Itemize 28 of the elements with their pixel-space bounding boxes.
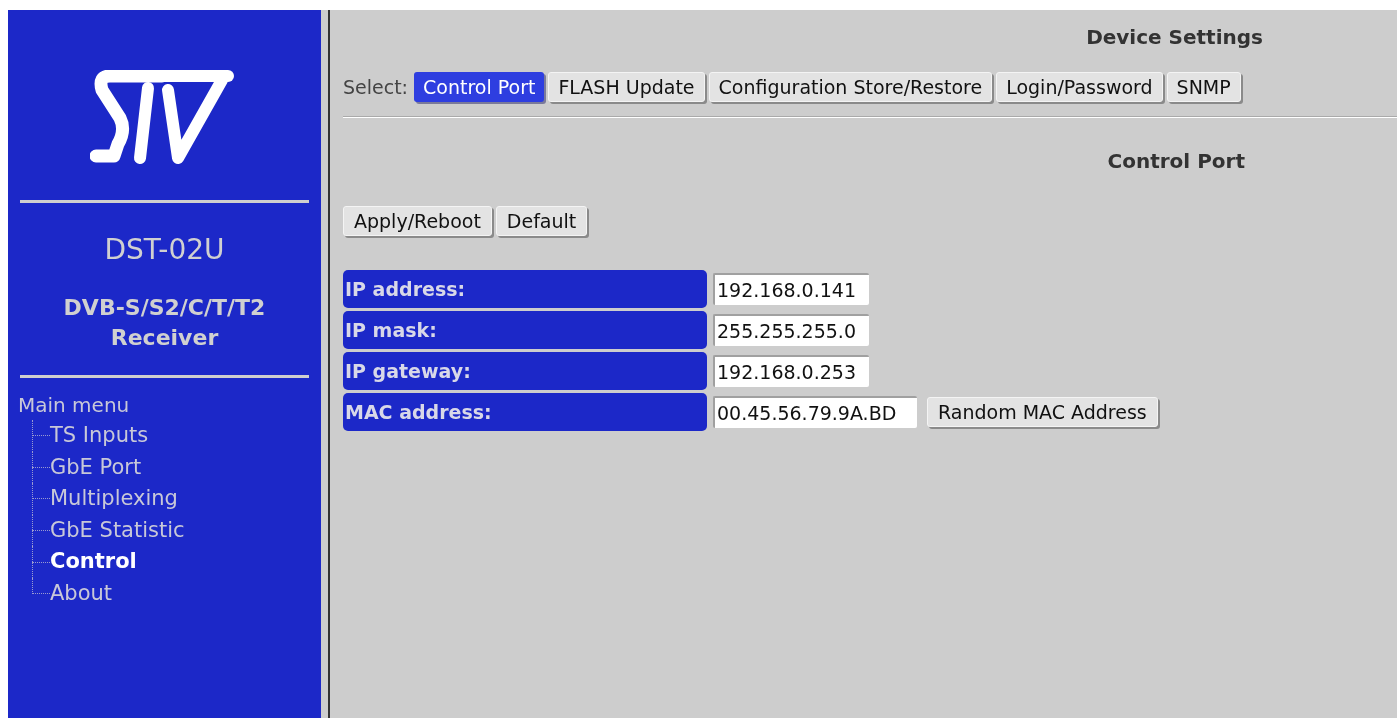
menu-item[interactable]: GbE Port [50,451,142,484]
page-title: Device Settings [1086,24,1263,51]
model-name: DST-02U [103,232,226,268]
device-description: DVB-S/S2/C/T/T2 Receiver [62,294,267,352]
action-button[interactable]: Apply/Reboot [343,206,492,236]
random-mac-button[interactable]: Random MAC Address [927,397,1158,427]
input-field[interactable]: 255.255.255.0 [713,314,869,346]
input-field[interactable]: 192.168.0.253 [713,355,869,387]
menu-item[interactable]: Control [50,546,137,578]
menu-item[interactable]: GbE Statistic [50,514,185,547]
menu-item[interactable]: About [50,578,113,610]
tab[interactable]: SNMP [1166,72,1241,102]
menu-item[interactable]: TS Inputs [50,420,149,452]
tab[interactable]: FLASH Update [548,72,705,102]
select-label: Select: [343,74,408,100]
input-field[interactable]: 00.45.56.79.9A.BD [713,396,917,428]
tab[interactable]: Login/Password [996,72,1163,102]
field-label: IP mask: [343,311,707,349]
field-label: IP address: [343,270,707,308]
field-label: MAC address: [343,393,707,431]
field-label: IP gateway: [343,352,707,390]
tab[interactable]: Configuration Store/Restore [708,72,993,102]
input-field[interactable]: 192.168.0.141 [713,273,869,305]
menu-title: Main menu [18,392,131,419]
tab[interactable]: Control Port [414,72,545,102]
section-title: Control Port [1107,148,1245,175]
menu-item[interactable]: Multiplexing [50,483,178,515]
action-button[interactable]: Default [495,206,588,236]
